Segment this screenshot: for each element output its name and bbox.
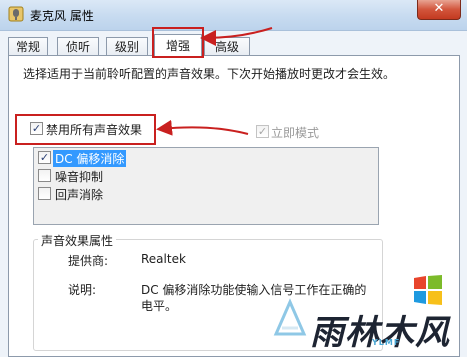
- arrow-to-checkbox: [156, 119, 249, 136]
- annotation-arrows: [156, 27, 273, 136]
- arrow-to-tab: [200, 27, 273, 46]
